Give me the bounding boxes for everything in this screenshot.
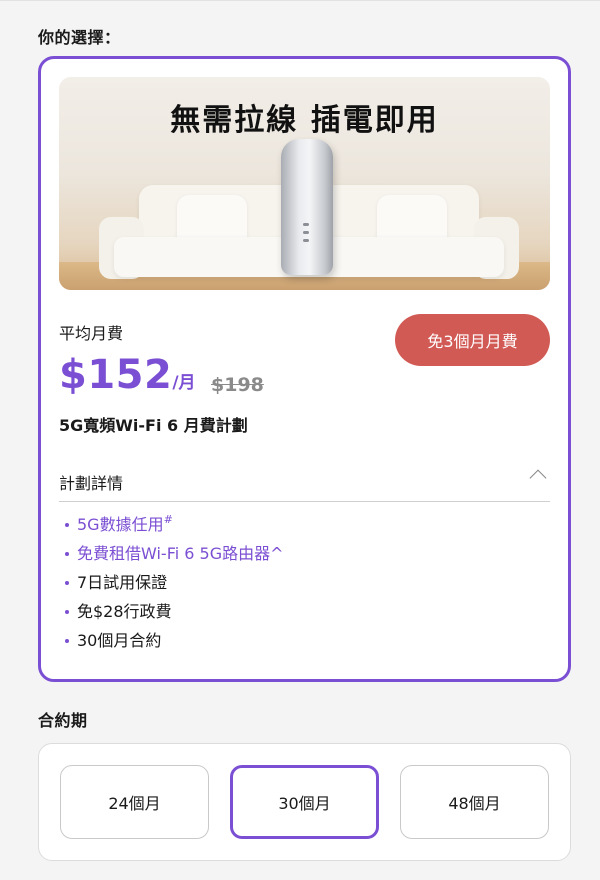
promo-badge: 免3個月月費 <box>395 314 550 366</box>
price-amount: $152 <box>59 352 173 398</box>
contract-term-selector: 24個月 30個月 48個月 <box>38 743 571 861</box>
router-light <box>303 231 309 234</box>
term-option-48-months[interactable]: 48個月 <box>400 765 549 839</box>
bullet-icon <box>65 522 69 527</box>
your-choice-title: 你的選擇： <box>38 28 121 47</box>
feature-label: 免$28行政費 <box>77 602 172 621</box>
original-price: $198 <box>211 374 264 396</box>
list-item: 5G數據任用 # <box>59 510 550 539</box>
router-light <box>303 239 309 242</box>
plan-selection-page: 你的選擇： 無需拉線 插電即用 平均月費 $152/月 $198 免3個月月費 <box>0 0 600 880</box>
plan-details-toggle[interactable]: 計劃詳情 <box>59 454 550 502</box>
price-row: $152/月 $198 免3個月月費 <box>59 314 550 406</box>
list-item: 7日試用保證 <box>59 568 550 597</box>
router-image <box>281 139 333 275</box>
list-item: 免$28行政費 <box>59 597 550 626</box>
term-option-24-months[interactable]: 24個月 <box>60 765 209 839</box>
selected-plan-card: 無需拉線 插電即用 平均月費 $152/月 $198 免3個月月費 5G寬頻Wi… <box>38 56 571 682</box>
plan-name: 5G寬頻Wi-Fi 6 月費計劃 <box>59 416 248 435</box>
bullet-icon <box>65 551 69 556</box>
plan-feature-list: 5G數據任用 # 免費租借Wi-Fi 6 5G路由器^ 7日試用保證 免$28行政… <box>59 502 550 655</box>
feature-label: 5G數據任用 <box>77 515 164 534</box>
bullet-icon <box>65 638 69 643</box>
bullet-icon <box>65 580 69 585</box>
feature-label: 30個月合約 <box>77 631 162 650</box>
product-banner-image: 無需拉線 插電即用 <box>59 77 550 290</box>
price-unit: /月 <box>172 373 196 393</box>
feature-label: 免費租借Wi-Fi 6 5G路由器^ <box>77 544 284 563</box>
list-item: 免費租借Wi-Fi 6 5G路由器^ <box>59 539 550 568</box>
plan-details-title: 計劃詳情 <box>59 474 124 493</box>
feature-label: 7日試用保證 <box>77 573 168 592</box>
contract-term-title: 合約期 <box>38 711 88 730</box>
chevron-up-icon[interactable] <box>529 469 547 487</box>
banner-headline: 無需拉線 插電即用 <box>170 103 439 138</box>
bullet-icon <box>65 609 69 614</box>
term-option-30-months[interactable]: 30個月 <box>230 765 379 839</box>
current-price: $152/月 <box>59 352 196 398</box>
top-divider <box>0 0 600 1</box>
router-light <box>303 223 309 226</box>
list-item: 30個月合約 <box>59 626 550 655</box>
